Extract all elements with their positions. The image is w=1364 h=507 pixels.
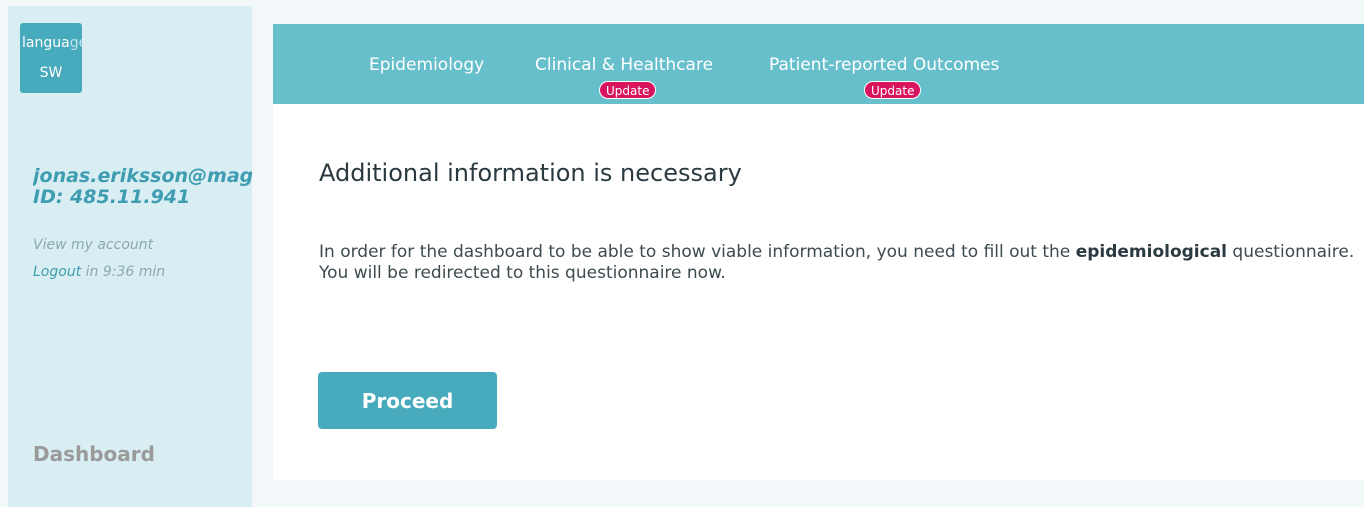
info-message-bold: epidemiological [1075, 242, 1228, 262]
language-label-faded: ge.en- [69, 35, 82, 51]
proceed-button[interactable]: Proceed [318, 372, 497, 429]
update-badge-clinical: Update [599, 81, 657, 99]
user-id: ID: 485.11.941 [33, 186, 191, 208]
tab-patient-reported-outcomes[interactable]: Patient-reported Outcomes [769, 55, 999, 75]
main-panel: Additional information is necessary In o… [273, 104, 1364, 480]
language-label-line1: language.en- [20, 33, 82, 53]
user-email: jonas.eriksson@magotec.com [33, 166, 252, 187]
info-message: In order for the dashboard to be able to… [319, 242, 1359, 284]
update-badge-patient-reported: Update [864, 81, 922, 99]
logout-line: Logout in 9:36 min [33, 264, 165, 280]
logout-link[interactable]: Logout [33, 264, 81, 280]
language-label-visible: langua [22, 35, 70, 51]
view-account-link[interactable]: View my account [33, 237, 153, 253]
page-title: Additional information is necessary [319, 159, 742, 187]
tab-epidemiology[interactable]: Epidemiology [369, 55, 484, 75]
logout-timer: in 9:36 min [81, 264, 166, 280]
tab-clinical-healthcare[interactable]: Clinical & Healthcare [535, 55, 713, 75]
top-navigation: Epidemiology Clinical & Healthcare Updat… [273, 24, 1364, 104]
sidebar: language.en- SW jonas.eriksson@magotec.c… [8, 6, 252, 507]
sidebar-item-dashboard[interactable]: Dashboard [33, 442, 155, 466]
language-label-line2: SW [39, 65, 63, 81]
language-button[interactable]: language.en- SW [20, 23, 82, 93]
info-message-part1: In order for the dashboard to be able to… [319, 242, 1076, 262]
